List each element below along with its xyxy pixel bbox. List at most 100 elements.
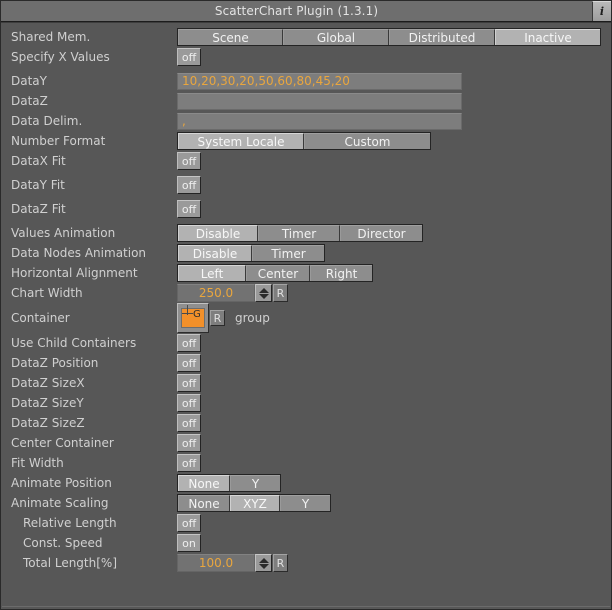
checkbox-data-z-sizey[interactable]: off bbox=[177, 394, 201, 412]
label-data-delim: Data Delim. bbox=[11, 114, 83, 128]
row-data-z-fit: DataZ Fit off bbox=[1, 199, 611, 219]
checkbox-data-y-fit[interactable]: off bbox=[177, 176, 201, 194]
row-data-z-sizey: DataZ SizeY off bbox=[1, 393, 611, 413]
chevron-down-icon bbox=[258, 563, 269, 569]
row-fit-width: Fit Width off bbox=[1, 453, 611, 473]
row-values-animation: Values Animation Disable Timer Director bbox=[1, 223, 611, 243]
animate-scaling-option-none[interactable]: None bbox=[178, 495, 230, 511]
checkbox-data-z-sizez[interactable]: off bbox=[177, 414, 201, 432]
settings-panel: Shared Mem. Scene Global Distributed Ina… bbox=[1, 22, 611, 609]
values-animation-option-timer[interactable]: Timer bbox=[258, 225, 340, 241]
animate-position-option-y[interactable]: Y bbox=[230, 475, 280, 491]
row-data-x-fit: DataX Fit off bbox=[1, 151, 611, 171]
input-total-length[interactable]: 100.0 bbox=[177, 554, 255, 572]
shared-mem-option-global[interactable]: Global bbox=[283, 29, 389, 45]
checkbox-specify-x-values[interactable]: off bbox=[177, 48, 201, 66]
chevron-up-icon bbox=[258, 557, 269, 563]
row-data-y-fit: DataY Fit off bbox=[1, 175, 611, 195]
row-container: Container G R group bbox=[1, 303, 611, 333]
checkbox-data-z-fit[interactable]: off bbox=[177, 200, 201, 218]
row-data-z-position: DataZ Position off bbox=[1, 353, 611, 373]
chevron-up-icon bbox=[258, 287, 269, 293]
control-shared-mem: Scene Global Distributed Inactive bbox=[177, 28, 601, 46]
values-animation-option-disable[interactable]: Disable bbox=[178, 225, 258, 241]
label-animate-scaling: Animate Scaling bbox=[11, 496, 109, 510]
container-link-box[interactable]: G bbox=[177, 303, 209, 333]
horizontal-alignment-option-left[interactable]: Left bbox=[178, 265, 246, 281]
row-number-format: Number Format System Locale Custom bbox=[1, 131, 611, 151]
label-data-z: DataZ bbox=[11, 94, 48, 108]
row-use-child-containers: Use Child Containers off bbox=[1, 333, 611, 353]
label-const-speed: Const. Speed bbox=[23, 536, 103, 550]
segmented-horizontal-alignment: Left Center Right bbox=[177, 264, 373, 282]
label-chart-width: Chart Width bbox=[11, 286, 83, 300]
label-data-z-position: DataZ Position bbox=[11, 356, 99, 370]
animate-scaling-option-xyz[interactable]: XYZ bbox=[230, 495, 280, 511]
animate-scaling-option-y[interactable]: Y bbox=[280, 495, 330, 511]
input-data-y[interactable]: 10,20,30,20,50,60,80,45,20 bbox=[177, 72, 462, 90]
checkbox-data-x-fit[interactable]: off bbox=[177, 152, 201, 170]
row-data-nodes-animation: Data Nodes Animation Disable Timer bbox=[1, 243, 611, 263]
checkbox-data-z-position[interactable]: off bbox=[177, 354, 201, 372]
horizontal-alignment-option-center[interactable]: Center bbox=[246, 265, 310, 281]
spinner-total-length[interactable] bbox=[255, 554, 272, 572]
label-data-z-fit: DataZ Fit bbox=[11, 202, 66, 216]
checkbox-center-container[interactable]: off bbox=[177, 434, 201, 452]
control-chart-width: 250.0 R bbox=[177, 284, 288, 302]
info-icon[interactable]: i bbox=[592, 1, 611, 21]
row-data-z-sizez: DataZ SizeZ off bbox=[1, 413, 611, 433]
row-shared-mem: Shared Mem. Scene Global Distributed Ina… bbox=[1, 27, 611, 47]
control-total-length: 100.0 R bbox=[177, 554, 288, 572]
input-chart-width[interactable]: 250.0 bbox=[177, 284, 255, 302]
horizontal-alignment-option-right[interactable]: Right bbox=[310, 265, 372, 281]
number-format-option-system-locale[interactable]: System Locale bbox=[178, 133, 304, 149]
label-data-z-sizex: DataZ SizeX bbox=[11, 376, 85, 390]
chevron-down-icon bbox=[258, 293, 269, 299]
data-nodes-animation-option-timer[interactable]: Timer bbox=[252, 245, 324, 261]
checkbox-fit-width[interactable]: off bbox=[177, 454, 201, 472]
label-total-length: Total Length[%] bbox=[23, 556, 117, 570]
label-animate-position: Animate Position bbox=[11, 476, 112, 490]
row-data-z-sizex: DataZ SizeX off bbox=[1, 373, 611, 393]
segmented-animate-position: None Y bbox=[177, 474, 281, 492]
animate-position-option-none[interactable]: None bbox=[178, 475, 230, 491]
checkbox-relative-length[interactable]: off bbox=[177, 514, 201, 532]
label-values-animation: Values Animation bbox=[11, 226, 116, 240]
label-data-z-sizez: DataZ SizeZ bbox=[11, 416, 85, 430]
title-bar: ScatterChart Plugin (1.3.1) i bbox=[1, 1, 611, 22]
label-number-format: Number Format bbox=[11, 134, 106, 148]
label-data-x-fit: DataX Fit bbox=[11, 154, 66, 168]
panel-bottom-divider bbox=[2, 606, 610, 607]
checkbox-use-child-containers[interactable]: off bbox=[177, 334, 201, 352]
spinner-chart-width[interactable] bbox=[255, 284, 272, 302]
number-format-option-custom[interactable]: Custom bbox=[304, 133, 430, 149]
row-total-length: Total Length[%] 100.0 R bbox=[1, 553, 611, 573]
label-data-z-sizey: DataZ SizeY bbox=[11, 396, 84, 410]
label-shared-mem: Shared Mem. bbox=[11, 30, 91, 44]
group-icon-letter: G bbox=[193, 309, 201, 320]
container-link-name[interactable]: group bbox=[235, 311, 270, 325]
reset-button-total-length[interactable]: R bbox=[273, 554, 288, 572]
label-specify-x-values: Specify X Values bbox=[11, 50, 110, 64]
label-horizontal-alignment: Horizontal Alignment bbox=[11, 266, 138, 280]
reset-button-chart-width[interactable]: R bbox=[273, 284, 288, 302]
crosshair-horizontal bbox=[182, 313, 193, 314]
row-relative-length: Relative Length off bbox=[1, 513, 611, 533]
shared-mem-option-inactive[interactable]: Inactive bbox=[495, 29, 600, 45]
data-nodes-animation-option-disable[interactable]: Disable bbox=[178, 245, 252, 261]
shared-mem-option-scene[interactable]: Scene bbox=[178, 29, 283, 45]
input-data-z[interactable] bbox=[177, 92, 462, 110]
segmented-shared-mem: Scene Global Distributed Inactive bbox=[177, 28, 601, 46]
checkbox-data-z-sizex[interactable]: off bbox=[177, 374, 201, 392]
checkbox-const-speed[interactable]: on bbox=[177, 534, 201, 552]
row-center-container: Center Container off bbox=[1, 433, 611, 453]
plugin-window: ScatterChart Plugin (1.3.1) i Shared Mem… bbox=[0, 0, 612, 610]
row-data-y: DataY 10,20,30,20,50,60,80,45,20 bbox=[1, 71, 611, 91]
values-animation-option-director[interactable]: Director bbox=[340, 225, 422, 241]
segmented-data-nodes-animation: Disable Timer bbox=[177, 244, 325, 262]
input-data-delim[interactable]: , bbox=[177, 112, 462, 130]
reset-button-container[interactable]: R bbox=[210, 310, 225, 326]
row-animate-scaling: Animate Scaling None XYZ Y bbox=[1, 493, 611, 513]
shared-mem-option-distributed[interactable]: Distributed bbox=[389, 29, 495, 45]
label-use-child-containers: Use Child Containers bbox=[11, 336, 137, 350]
